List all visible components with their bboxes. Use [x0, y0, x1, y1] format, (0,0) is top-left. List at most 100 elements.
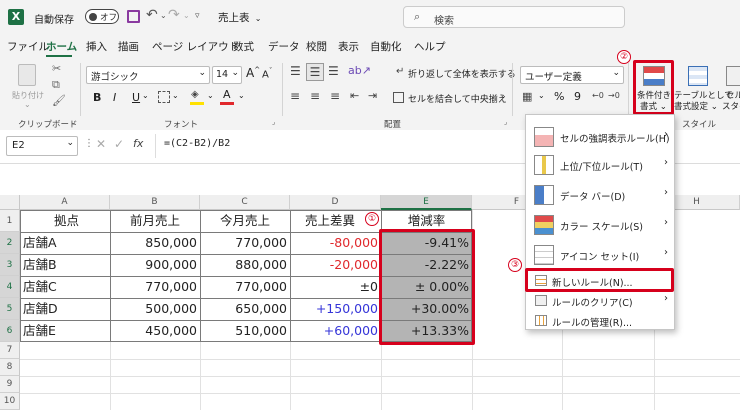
tab-insert[interactable]: 挿入	[86, 39, 107, 54]
save-icon[interactable]	[127, 10, 140, 23]
cell-styles-button[interactable]: セル スタイル	[722, 62, 740, 114]
align-top-icon[interactable]: ☰	[290, 64, 301, 78]
copy-icon[interactable]: ⧉	[52, 78, 60, 92]
filename-button[interactable]: 売上表 ⌄	[218, 10, 261, 25]
redo-dropdown-icon[interactable]: ⌄	[183, 11, 190, 20]
tab-view[interactable]: 表示	[338, 39, 359, 54]
column-header-a[interactable]: A	[20, 195, 110, 210]
table-cell[interactable]: 店舗B	[20, 254, 110, 276]
dialog-launcher-icon[interactable]: ⌟	[72, 118, 75, 126]
table-cell[interactable]: 店舗C	[20, 276, 110, 298]
increase-decimal-icon[interactable]: ←0	[592, 91, 604, 100]
table-cell[interactable]: 900,000	[110, 254, 200, 276]
tab-draw[interactable]: 描画	[118, 39, 139, 54]
header-cell-prev-sales[interactable]: 前月売上	[110, 210, 200, 232]
table-cell[interactable]: 510,000	[200, 320, 290, 342]
table-cell[interactable]: 880,000	[200, 254, 290, 276]
wrap-text-icon[interactable]: ↵	[396, 66, 404, 77]
number-format-select[interactable]: ユーザー定義 ⌄	[520, 66, 624, 84]
tab-help[interactable]: ヘルプ	[414, 39, 446, 54]
align-center-icon[interactable]: ≡	[310, 89, 320, 103]
dialog-launcher-icon[interactable]: ⌟	[504, 118, 507, 126]
tab-automate[interactable]: 自動化	[370, 39, 402, 54]
row-header-9[interactable]: 9	[0, 376, 20, 393]
table-cell[interactable]: 770,000	[200, 232, 290, 254]
font-name-select[interactable]: 游ゴシック ⌄	[86, 66, 210, 84]
row-header-1[interactable]: 1	[0, 210, 20, 232]
column-header-e[interactable]: E	[381, 195, 472, 210]
menu-item-color-scales[interactable]: カラー スケール(S) ›	[526, 211, 674, 239]
row-header-7[interactable]: 7	[0, 342, 20, 359]
orientation-icon[interactable]: ab↗	[348, 64, 371, 77]
underline-button[interactable]: U	[132, 91, 140, 104]
row-header-8[interactable]: 8	[0, 359, 20, 376]
comma-button[interactable]: 9	[574, 90, 581, 103]
row-header-3[interactable]: 3	[0, 254, 20, 276]
menu-item-highlight-rules[interactable]: セルの強調表示ルール(H) ›	[526, 123, 674, 151]
search-box[interactable]: ⌕ 検索	[403, 6, 625, 28]
table-cell[interactable]: 500,000	[110, 298, 200, 320]
merge-center-label[interactable]: セルを結合して中央揃え	[408, 92, 507, 105]
table-cell[interactable]: +150,000	[290, 298, 381, 320]
table-cell[interactable]: 770,000	[200, 276, 290, 298]
align-right-icon[interactable]: ≡	[330, 89, 340, 103]
name-box[interactable]: E2 ⌄	[6, 136, 78, 156]
percent-button[interactable]: %	[554, 90, 564, 103]
table-cell[interactable]: -20,000	[290, 254, 381, 276]
merge-icon[interactable]	[393, 92, 404, 103]
tab-data[interactable]: データ	[268, 39, 300, 54]
font-size-select[interactable]: 14 ⌄	[212, 66, 242, 84]
undo-dropdown-icon[interactable]: ⌄	[160, 11, 167, 20]
row-header-5[interactable]: 5	[0, 298, 20, 320]
table-cell[interactable]: 650,000	[200, 298, 290, 320]
redo-icon[interactable]: ↷	[168, 7, 180, 23]
enter-icon[interactable]: ✓	[114, 137, 124, 151]
insert-function-icon[interactable]: fx	[133, 137, 143, 150]
underline-dropdown-icon[interactable]: ⌄	[142, 91, 149, 100]
select-all-corner[interactable]	[0, 195, 20, 210]
table-cell[interactable]: 850,000	[110, 232, 200, 254]
autosave-toggle[interactable]: オフ	[85, 9, 119, 24]
column-header-b[interactable]: B	[110, 195, 200, 210]
fill-dropdown-icon[interactable]: ⌄	[207, 91, 214, 100]
tab-formulas[interactable]: 数式	[233, 39, 254, 54]
table-cell[interactable]: 770,000	[110, 276, 200, 298]
format-as-table-button[interactable]: テーブルとして 書式設定 ⌄	[674, 62, 733, 114]
customize-qat-icon[interactable]: ▿	[195, 11, 200, 21]
menu-item-icon-sets[interactable]: アイコン セット(I) ›	[526, 241, 674, 269]
cut-icon[interactable]: ✂	[52, 62, 61, 75]
menu-item-top-bottom[interactable]: 上位/下位ルール(T) ›	[526, 151, 674, 179]
tab-review[interactable]: 校閲	[306, 39, 327, 54]
table-cell[interactable]: 店舗A	[20, 232, 110, 254]
table-cell[interactable]: ±0	[290, 276, 381, 298]
align-left-icon[interactable]: ≡	[290, 89, 300, 103]
merge-dropdown-icon[interactable]: ⌄	[500, 91, 507, 100]
decrease-decimal-icon[interactable]: →0	[608, 91, 620, 100]
table-cell[interactable]: -80,000	[290, 232, 381, 254]
tab-home[interactable]: ホーム	[46, 39, 77, 54]
table-cell[interactable]: 店舗E	[20, 320, 110, 342]
italic-button[interactable]: I	[113, 91, 116, 104]
row-header-4[interactable]: 4	[0, 276, 20, 298]
format-painter-icon[interactable]: 🖌	[52, 94, 66, 107]
header-cell-location[interactable]: 拠点	[20, 210, 110, 232]
borders-dropdown-icon[interactable]: ⌄	[172, 91, 179, 100]
row-header-6[interactable]: 6	[0, 320, 20, 342]
fill-color-icon[interactable]: ◈	[190, 89, 204, 105]
align-middle-icon[interactable]: ☰	[306, 63, 324, 81]
currency-icon[interactable]: ▦	[522, 90, 532, 103]
column-header-c[interactable]: C	[200, 195, 290, 210]
formula-input[interactable]: =(C2-B2)/B2	[164, 138, 230, 149]
shrink-font-button[interactable]: Aˇ	[262, 67, 272, 80]
dialog-launcher-icon[interactable]: ⌟	[272, 118, 275, 126]
undo-icon[interactable]: ↶	[146, 7, 158, 23]
table-cell[interactable]: 店舗D	[20, 298, 110, 320]
paste-button[interactable]: 貼り付け ⌄	[10, 62, 44, 112]
font-color-icon[interactable]: A	[220, 88, 234, 105]
header-cell-curr-sales[interactable]: 今月売上	[200, 210, 290, 232]
increase-indent-icon[interactable]: ⇥	[368, 89, 377, 102]
tab-page-layout[interactable]: ページ レイアウト	[152, 39, 239, 54]
menu-item-data-bars[interactable]: データ バー(D) ›	[526, 181, 674, 209]
cancel-icon[interactable]: ✕	[96, 137, 106, 151]
borders-icon[interactable]	[158, 91, 170, 103]
